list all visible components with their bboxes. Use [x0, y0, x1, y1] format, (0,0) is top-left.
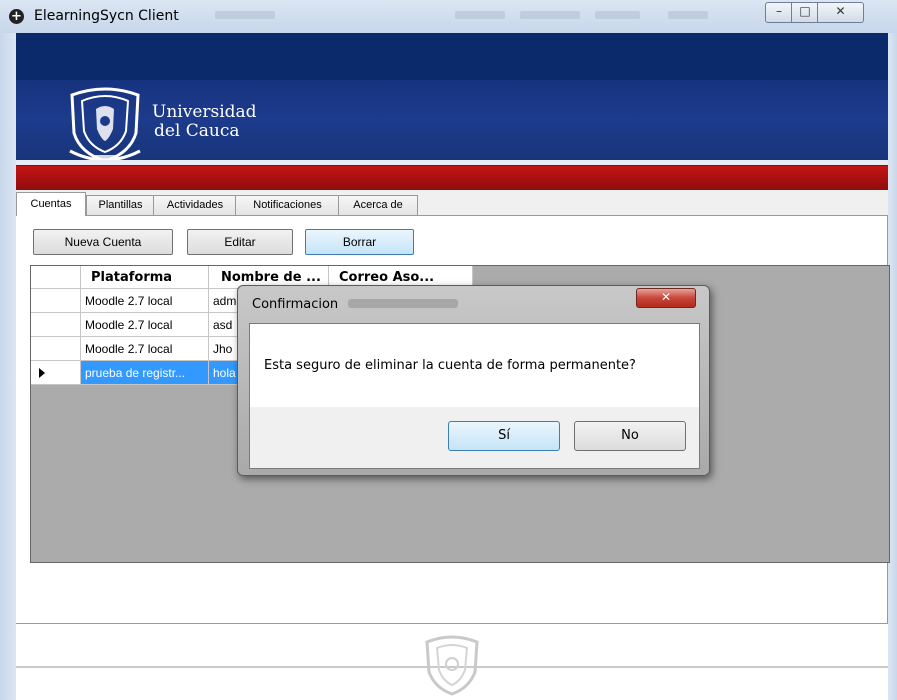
- close-icon: ✕: [660, 290, 672, 304]
- tab-plantillas[interactable]: Plantillas: [86, 195, 155, 215]
- row-selector[interactable]: [31, 289, 81, 313]
- dialog-title: Confirmacion: [252, 297, 339, 312]
- blurred-background-text: [668, 11, 708, 19]
- edit-button[interactable]: Editar: [187, 229, 293, 255]
- blurred-background-text: [595, 11, 640, 19]
- cell-plataforma[interactable]: prueba de registr...: [81, 361, 209, 385]
- title-bar[interactable]: + ElearningSycn Client – □ ✕: [0, 0, 897, 34]
- app-window: + ElearningSycn Client – □ ✕ Universidad…: [0, 0, 897, 700]
- university-name-line2: del Cauca: [154, 121, 240, 141]
- cell-plataforma[interactable]: Moodle 2.7 local: [81, 289, 209, 313]
- confirmation-dialog[interactable]: Confirmacion ✕ Esta seguro de eliminar l…: [237, 285, 710, 476]
- row-selector[interactable]: [31, 361, 81, 385]
- university-banner: Universidad del Cauca: [16, 33, 888, 190]
- university-seal-watermark: [425, 635, 479, 696]
- close-icon: ✕: [835, 4, 846, 18]
- blurred-background-text: [520, 11, 580, 19]
- window-frame-left: [0, 33, 16, 700]
- new-account-button[interactable]: Nueva Cuenta: [33, 229, 173, 255]
- tab-actividades[interactable]: Actividades: [153, 195, 237, 215]
- dialog-close-button[interactable]: ✕: [636, 288, 696, 308]
- tab-notificaciones[interactable]: Notificaciones: [235, 195, 340, 215]
- plus-circle-icon[interactable]: +: [9, 9, 24, 24]
- tab-strip: Cuentas Plantillas Actividades Notificac…: [16, 190, 888, 216]
- dialog-button-bar: Sí No: [250, 407, 699, 468]
- delete-button[interactable]: Borrar: [305, 229, 414, 255]
- row-header-corner: [31, 266, 81, 289]
- university-name: Universidad del Cauca: [152, 103, 257, 141]
- blurred-background-text: [215, 11, 275, 19]
- column-header-plataforma[interactable]: Plataforma: [81, 266, 209, 289]
- yes-button[interactable]: Sí: [448, 421, 560, 451]
- minimize-button[interactable]: –: [765, 2, 793, 23]
- dialog-body: Esta seguro de eliminar la cuenta de for…: [249, 323, 700, 469]
- cell-plataforma[interactable]: Moodle 2.7 local: [81, 337, 209, 361]
- row-selector[interactable]: [31, 337, 81, 361]
- banner-divider: [16, 160, 888, 165]
- no-button[interactable]: No: [574, 421, 686, 451]
- maximize-button[interactable]: □: [791, 2, 819, 23]
- row-selector[interactable]: [31, 313, 81, 337]
- tab-acerca-de[interactable]: Acerca de: [338, 195, 418, 215]
- close-window-button[interactable]: ✕: [817, 2, 864, 23]
- banner-top-band: [16, 33, 888, 80]
- blurred-background-text: [455, 11, 505, 19]
- current-row-arrow-icon: [39, 368, 45, 378]
- university-shield-logo: [69, 87, 141, 163]
- banner-red-stripe: [16, 166, 888, 190]
- university-name-line1: Universidad: [152, 102, 257, 122]
- window-title: ElearningSycn Client: [34, 8, 179, 24]
- maximize-icon: □: [799, 4, 811, 18]
- cell-plataforma[interactable]: Moodle 2.7 local: [81, 313, 209, 337]
- blurred-background-text: [348, 299, 458, 308]
- dialog-message: Esta seguro de eliminar la cuenta de for…: [264, 358, 636, 373]
- minimize-icon: –: [776, 4, 782, 18]
- tab-cuentas[interactable]: Cuentas: [16, 192, 86, 216]
